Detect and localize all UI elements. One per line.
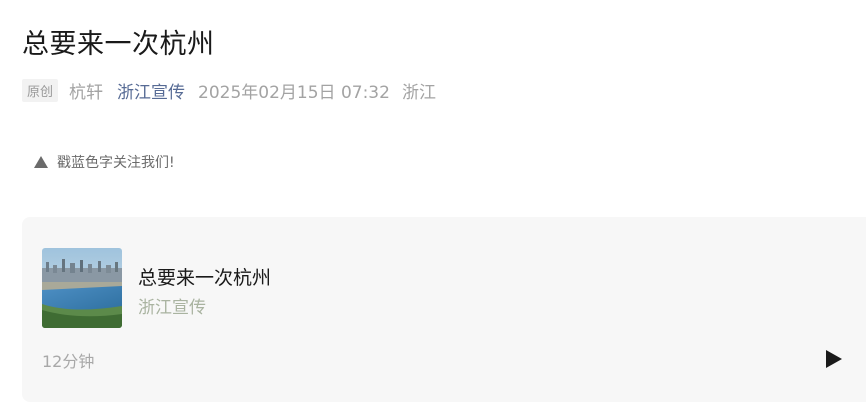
play-icon [826,350,842,368]
audio-card-title: 总要来一次杭州 [138,267,272,289]
publish-location: 浙江 [401,82,436,103]
city-lake-cover-image [42,248,122,328]
article-title: 总要来一次杭州 [22,29,215,60]
audio-duration: 12分钟 [42,352,95,371]
cover-image [42,248,122,328]
article-page: 总要来一次杭州 原创 杭轩 浙江宣传 2025年02月15日 07:32 浙江 … [0,0,866,412]
audio-card-source: 浙江宣传 [138,298,206,318]
article-meta: 原创 杭轩 浙江宣传 2025年02月15日 07:32 浙江 [22,76,436,104]
play-button[interactable] [822,348,844,370]
audio-card[interactable]: 总要来一次杭州 浙江宣传 12分钟 [22,217,866,402]
publish-time: 2025年02月15日 07:32 [198,82,390,103]
original-badge: 原创 [22,78,59,102]
follow-hint: 戳蓝色字关注我们! [34,152,175,172]
follow-hint-text: 戳蓝色字关注我们! [57,155,175,171]
account-name-link[interactable]: 浙江宣传 [117,78,185,103]
author-name: 杭轩 [69,82,104,103]
triangle-up-icon [34,156,48,168]
